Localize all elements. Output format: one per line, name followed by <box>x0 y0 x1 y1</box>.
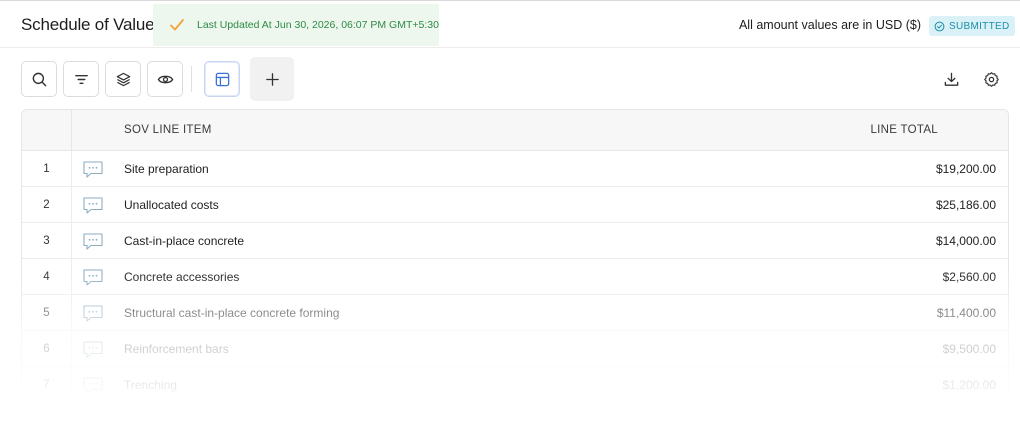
row-number: 2 <box>22 187 72 223</box>
comment-icon[interactable] <box>82 304 104 323</box>
check-icon <box>170 19 184 31</box>
table-row[interactable]: 3 Cast-in-place concrete $14,000.00 <box>22 223 1008 259</box>
plus-icon <box>265 72 279 86</box>
settings-button[interactable] <box>982 70 1000 88</box>
comment-icon[interactable] <box>82 376 104 395</box>
table-row[interactable]: 6 Reinforcement bars $9,500.00 <box>22 331 1008 367</box>
row-number: 1 <box>22 151 72 187</box>
comment-icon[interactable] <box>82 340 104 359</box>
filter-icon <box>74 74 88 84</box>
row-number: 3 <box>22 223 72 259</box>
line-total: $1,200.00 <box>942 378 996 392</box>
comment-icon[interactable] <box>82 196 104 215</box>
search-button[interactable] <box>21 61 57 97</box>
status-badge: SUBMITTED <box>929 16 1016 36</box>
last-updated-banner: Last Updated At Jun 30, 2026, 06:07 PM G… <box>153 4 439 46</box>
table-row[interactable]: 1 Site preparation $19,200.00 <box>22 151 1008 187</box>
row-number: 6 <box>22 331 72 367</box>
row-number: 7 <box>22 367 72 403</box>
table-row[interactable]: 4 Concrete accessories $2,560.00 <box>22 259 1008 295</box>
sov-table: SOV LINE ITEM LINE TOTAL 1 Site preparat… <box>21 109 1009 422</box>
line-total: $2,560.00 <box>942 270 996 284</box>
line-item-name: Cast-in-place concrete <box>124 234 245 248</box>
gear-icon <box>983 71 999 87</box>
filter-button[interactable] <box>63 61 99 97</box>
line-item-name: Reinforcement bars <box>124 342 229 356</box>
line-item-name: Trenching <box>124 378 177 392</box>
status-badge-label: SUBMITTED <box>949 20 1010 32</box>
line-item-name: Site preparation <box>124 162 209 176</box>
column-header-total[interactable]: LINE TOTAL <box>870 124 938 136</box>
download-icon <box>944 72 958 86</box>
check-circle-icon <box>934 21 945 31</box>
line-total: $14,000.00 <box>935 234 996 248</box>
line-total: $19,200.00 <box>935 162 996 176</box>
page-header: Schedule of Values Last Updated At Jun 3… <box>0 0 1020 48</box>
comment-icon[interactable] <box>82 232 104 251</box>
download-button[interactable] <box>942 70 960 88</box>
table-layout-button[interactable] <box>204 61 240 97</box>
row-number: 4 <box>22 259 72 295</box>
table-row[interactable]: 5 Structural cast-in-place concrete form… <box>22 295 1008 331</box>
line-total: $25,186.00 <box>935 198 996 212</box>
line-total: $9,500.00 <box>942 342 996 356</box>
row-number-header <box>22 110 72 151</box>
line-item-name: Concrete accessories <box>124 270 240 284</box>
view-button[interactable] <box>147 61 183 97</box>
line-item-name: Structural cast-in-place concrete formin… <box>124 306 340 320</box>
currency-note: All amount values are in USD ($) <box>738 18 921 32</box>
last-updated-text: Last Updated At Jun 30, 2026, 06:07 PM G… <box>197 19 439 31</box>
group-by-button[interactable] <box>105 61 141 97</box>
table-layout-icon <box>215 72 229 86</box>
line-total: $11,400.00 <box>936 306 996 320</box>
page-title: Schedule of Values <box>21 15 163 34</box>
table-row[interactable]: 7 Trenching $1,200.00 <box>22 367 1008 403</box>
row-number: 5 <box>22 295 72 331</box>
column-header-item[interactable]: SOV LINE ITEM <box>124 124 212 136</box>
comment-icon[interactable] <box>82 268 104 287</box>
comment-icon[interactable] <box>82 160 104 179</box>
table-row[interactable]: 2 Unallocated costs $25,186.00 <box>22 187 1008 223</box>
toolbar-divider <box>191 66 192 92</box>
eye-icon <box>157 75 173 83</box>
add-button[interactable] <box>250 57 294 101</box>
layers-icon <box>116 72 130 86</box>
table-header: SOV LINE ITEM LINE TOTAL <box>22 110 1008 151</box>
search-icon <box>32 72 46 86</box>
line-item-name: Unallocated costs <box>124 198 219 212</box>
